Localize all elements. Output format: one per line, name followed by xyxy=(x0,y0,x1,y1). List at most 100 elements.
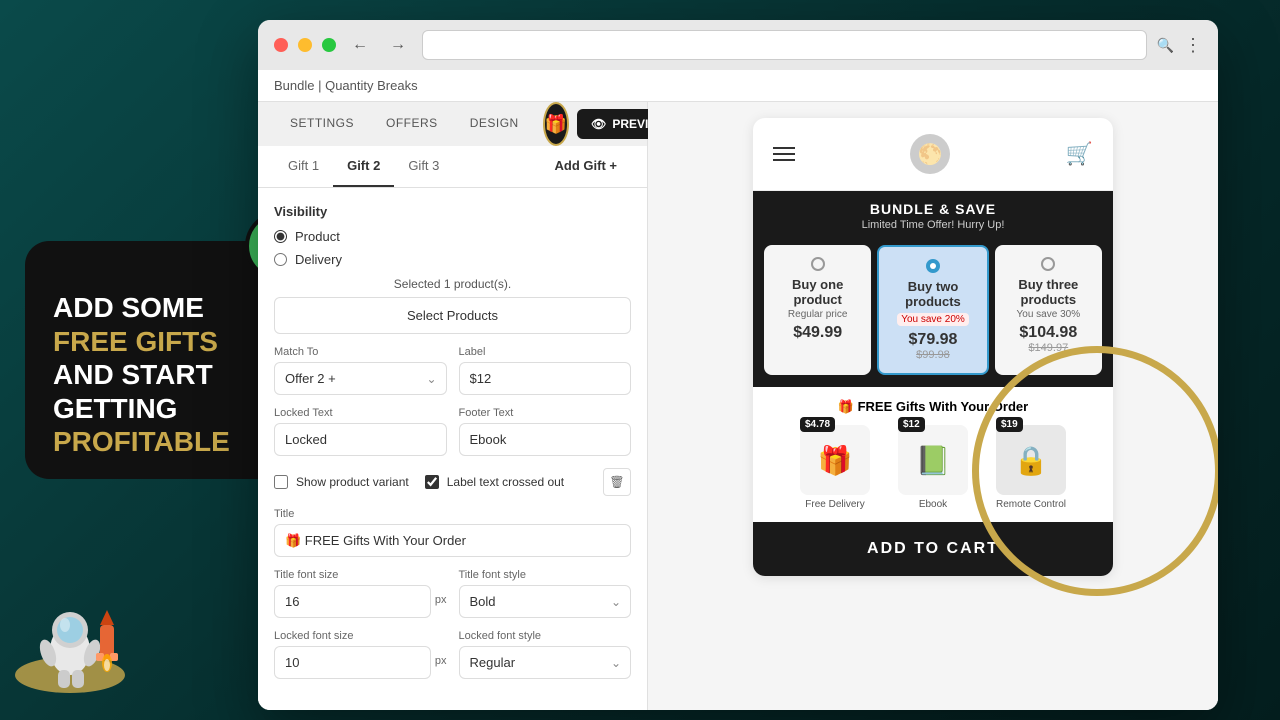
radio-delivery-input[interactable] xyxy=(274,253,287,266)
match-to-select[interactable]: Offer 2 + xyxy=(274,362,447,395)
radio-product-input[interactable] xyxy=(274,230,287,243)
title-font-size-wrapper: px xyxy=(274,585,447,618)
title-font-style-field: Title font style Bold xyxy=(459,569,632,618)
match-to-select-wrapper: Offer 2 + xyxy=(274,362,447,395)
match-to-field: Match To Offer 2 + xyxy=(274,346,447,395)
url-bar[interactable] xyxy=(422,30,1147,60)
search-icon: 🔍 xyxy=(1157,37,1174,54)
footer-text-label: Footer Text xyxy=(459,407,632,419)
footer-text-input[interactable] xyxy=(459,423,632,456)
label-input[interactable] xyxy=(459,362,632,395)
offer-card-2[interactable]: Buy twoproducts You save 20% $79.98 $99.… xyxy=(877,245,988,375)
gift-image-3: $19 🔒 xyxy=(996,425,1066,495)
offer-radio-1 xyxy=(811,257,825,271)
tab-add-gift[interactable]: Add Gift + xyxy=(541,146,631,187)
radio-delivery-label: Delivery xyxy=(295,252,342,267)
offer-price-3: $104.98 xyxy=(1003,324,1094,342)
preview-panel: 🌕 🛒 BUNDLE & SAVE Limited Time Offer! Hu… xyxy=(648,102,1218,710)
locked-font-size-input[interactable] xyxy=(274,646,431,679)
offer-badge-3: You save 30% xyxy=(1003,309,1094,320)
main-tabs: SETTINGS OFFERS DESIGN 🎁 👁 PREVIEW xyxy=(258,102,647,146)
label-crossed-checkbox-row: Label text crossed out xyxy=(425,475,564,489)
show-variant-checkbox-row: Show product variant xyxy=(274,475,409,489)
locked-font-size-wrapper: px xyxy=(274,646,447,679)
match-to-label: Match To xyxy=(274,346,447,358)
visibility-label: Visibility xyxy=(274,204,631,219)
tab-gift2[interactable]: Gift 2 xyxy=(333,146,394,187)
locked-font-size-label: Locked font size xyxy=(274,630,447,642)
title-font-row: Title font size px Title font style Bold xyxy=(274,569,631,618)
astronaut-illustration xyxy=(10,575,160,710)
free-gifts-title: 🎁 FREE Gifts With Your Order xyxy=(769,399,1097,415)
gift-price-badge-2: $12 xyxy=(898,417,925,432)
show-variant-checkbox[interactable] xyxy=(274,475,288,489)
gift-name-3: Remote Control xyxy=(986,499,1076,510)
offer-original-3: $149.97 xyxy=(1003,342,1094,354)
offer-title-1: Buy oneproduct xyxy=(772,277,863,307)
offer-original-2: $99.98 xyxy=(887,349,978,361)
label-field: Label xyxy=(459,346,632,395)
offer-price-1: $49.99 xyxy=(772,324,863,342)
back-button[interactable]: ← xyxy=(346,31,374,59)
store-logo: 🌕 xyxy=(910,134,950,174)
tab-gift[interactable]: 🎁 xyxy=(543,102,569,146)
label-crossed-checkbox[interactable] xyxy=(425,475,439,489)
offer-card-3[interactable]: Buy three products You save 30% $104.98 … xyxy=(995,245,1102,375)
title-font-size-label: Title font size xyxy=(274,569,447,581)
gift-name-2: Ebook xyxy=(888,499,978,510)
tab-gift3[interactable]: Gift 3 xyxy=(394,146,453,187)
radio-delivery[interactable]: Delivery xyxy=(274,252,631,267)
locked-footer-row: Locked Text Footer Text xyxy=(274,407,631,456)
tab-design[interactable]: DESIGN xyxy=(454,102,535,146)
locked-px-unit: px xyxy=(435,655,447,667)
gift-items: $4.78 🎁 Free Delivery $12 📗 xyxy=(769,425,1097,510)
add-to-cart-button[interactable]: ADD TO CART xyxy=(753,522,1113,576)
offer-title-2: Buy twoproducts xyxy=(887,279,978,309)
select-products-button[interactable]: Select Products xyxy=(274,297,631,334)
breadcrumb: Bundle | Quantity Breaks xyxy=(258,70,1218,102)
title-font-size-input[interactable] xyxy=(274,585,431,618)
gift-price-badge-1: $4.78 xyxy=(800,417,835,432)
offer-badge-1: Regular price xyxy=(772,309,863,320)
footer-text-field: Footer Text xyxy=(459,407,632,456)
eye-icon: 👁 xyxy=(591,117,606,131)
browser-chrome: ← → 🔍 ⋮ xyxy=(258,20,1218,70)
minimize-dot[interactable] xyxy=(298,38,312,52)
gift-name-1: Free Delivery xyxy=(790,499,880,510)
radio-product[interactable]: Product xyxy=(274,229,631,244)
title-font-style-select[interactable]: Bold xyxy=(459,585,632,618)
offer-title-3: Buy three products xyxy=(1003,277,1094,307)
locked-font-style-select[interactable]: Regular xyxy=(459,646,632,679)
title-section-label: Title xyxy=(274,508,631,520)
panel-body: Visibility Product Delivery Selected 1 p… xyxy=(258,188,647,710)
bundle-banner: BUNDLE & SAVE Limited Time Offer! Hurry … xyxy=(753,191,1113,245)
browser-window: ← → 🔍 ⋮ Bundle | Quantity Breaks SETTING… xyxy=(258,20,1218,710)
offer-radio-2 xyxy=(926,259,940,273)
locked-text-input[interactable] xyxy=(274,423,447,456)
more-button[interactable]: ⋮ xyxy=(1184,35,1202,56)
locked-text-label: Locked Text xyxy=(274,407,447,419)
offer-radio-3 xyxy=(1041,257,1055,271)
tab-settings[interactable]: SETTINGS xyxy=(274,102,370,146)
gift-item-3: $19 🔒 Remote Control xyxy=(986,425,1076,510)
tab-gift1[interactable]: Gift 1 xyxy=(274,146,333,187)
tab-offers[interactable]: OFFERS xyxy=(370,102,454,146)
forward-button[interactable]: → xyxy=(384,31,412,59)
checkboxes-row: Show product variant Label text crossed … xyxy=(274,468,631,496)
title-font-style-label: Title font style xyxy=(459,569,632,581)
match-label-row: Match To Offer 2 + Label xyxy=(274,346,631,395)
maximize-dot[interactable] xyxy=(322,38,336,52)
locked-font-style-select-wrapper: Regular xyxy=(459,646,632,679)
delete-button[interactable]: 🗑 xyxy=(603,468,631,496)
locked-font-size-field: Locked font size px xyxy=(274,630,447,679)
browser-content: SETTINGS OFFERS DESIGN 🎁 👁 PREVIEW Gift … xyxy=(258,102,1218,710)
offer-card-1[interactable]: Buy oneproduct Regular price $49.99 xyxy=(764,245,871,375)
gift-image-1: $4.78 🎁 xyxy=(800,425,870,495)
settings-panel: SETTINGS OFFERS DESIGN 🎁 👁 PREVIEW Gift … xyxy=(258,102,648,710)
title-input[interactable] xyxy=(274,524,631,557)
close-dot[interactable] xyxy=(274,38,288,52)
gift-item-1: $4.78 🎁 Free Delivery xyxy=(790,425,880,510)
gift-tabs: Gift 1 Gift 2 Gift 3 Add Gift + xyxy=(258,146,647,188)
title-font-size-field: Title font size px xyxy=(274,569,447,618)
label-field-label: Label xyxy=(459,346,632,358)
